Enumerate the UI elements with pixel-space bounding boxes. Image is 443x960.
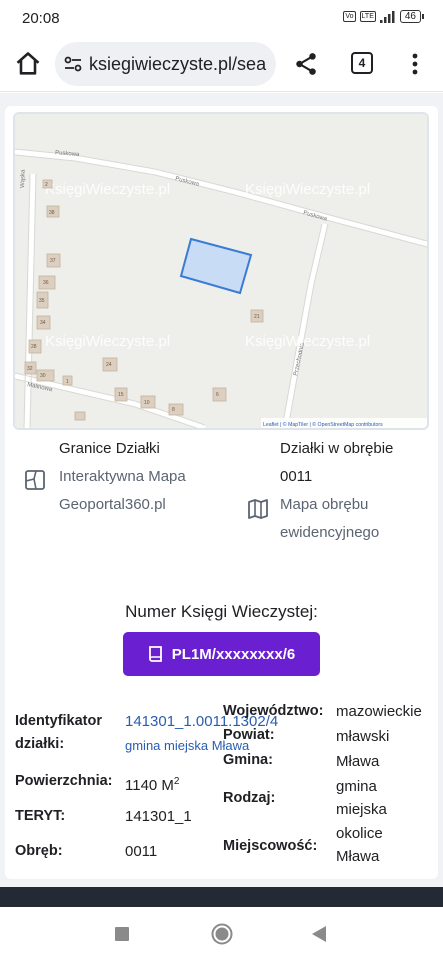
house-number: 36	[43, 280, 49, 286]
boundaries-line[interactable]: Geoportal360.pl	[59, 491, 186, 519]
street-label: Wąska	[20, 169, 27, 188]
voivodeship-value: mazowieckie	[336, 703, 422, 720]
type-label: Rodzaj:	[223, 790, 276, 806]
parcel-card: Puskowa Puskowa Puskowa Wąska Malinowa P…	[5, 106, 438, 879]
address-bar[interactable]: ksiegiwieczyste.pl/sea	[55, 42, 276, 86]
house-number: 21	[254, 314, 260, 320]
battery-icon: 46	[399, 10, 425, 23]
county-label: Powiat:	[223, 727, 275, 743]
house-number: 6	[216, 392, 219, 398]
map-boundary-icon	[25, 470, 45, 490]
district-line[interactable]: ewidencyjnego	[280, 519, 393, 547]
network-type: LTE	[359, 11, 376, 22]
site-footer	[0, 887, 443, 907]
recent-apps-icon[interactable]	[115, 927, 129, 941]
commune-value: Mława	[336, 753, 380, 770]
locality-value-line: Mława	[336, 848, 380, 865]
more-menu-icon[interactable]	[407, 50, 423, 78]
system-navigation-bar	[0, 907, 443, 960]
status-bar: 20:08 Vo LTE 46	[0, 0, 443, 36]
area-value: 1140 M2	[125, 770, 179, 797]
house-number: 30	[40, 373, 46, 379]
page-content: Puskowa Puskowa Puskowa Wąska Malinowa P…	[0, 93, 443, 887]
status-time: 20:08	[22, 10, 60, 27]
back-icon[interactable]	[312, 926, 326, 942]
type-value-line: miejska	[336, 801, 387, 818]
teryt-value: 141301_1	[125, 808, 192, 825]
share-icon[interactable]	[293, 50, 319, 78]
area-label: Powierzchnia:	[15, 773, 113, 789]
area-unit-sup: 2	[173, 776, 180, 787]
locality-value: okolice Mława	[336, 822, 383, 868]
house-number: 28	[31, 344, 37, 350]
obreb-label: Obręb:	[15, 843, 63, 859]
house-number: 35	[39, 298, 45, 304]
locality-value-line: okolice	[336, 825, 383, 842]
site-settings-icon[interactable]	[63, 54, 83, 74]
map-canvas[interactable]: Puskowa Puskowa Puskowa Wąska Malinowa P…	[15, 114, 427, 428]
parcel-id-label-line: działki:	[15, 736, 65, 752]
parcel-map[interactable]: Puskowa Puskowa Puskowa Wąska Malinowa P…	[13, 112, 429, 430]
map-icon	[248, 499, 268, 519]
commune-label: Gmina:	[223, 752, 273, 768]
locality-label: Miejscowość:	[223, 838, 318, 854]
district-line[interactable]: Mapa obrębu	[280, 491, 393, 519]
map-watermark: KsięgiWieczyste.pl	[45, 181, 170, 198]
type-value: gmina miejska	[336, 775, 387, 821]
house-number: 37	[50, 258, 56, 264]
voivodeship-label: Województwo:	[223, 703, 324, 719]
house-number: 8	[172, 407, 175, 413]
obreb-value: 0011	[125, 843, 158, 860]
map-watermark: KsięgiWieczyste.pl	[45, 333, 170, 350]
boundaries-block[interactable]: Granice Działki Interaktywna Mapa Geopor…	[59, 435, 186, 519]
district-title: Działki w obrębie	[280, 440, 394, 457]
district-code: 0011	[280, 468, 313, 485]
house-number: 24	[106, 362, 112, 368]
boundaries-title: Granice Działki	[59, 440, 160, 457]
house-number: 34	[40, 320, 46, 326]
house-number: 32	[27, 366, 33, 372]
district-block[interactable]: Działki w obrębie 0011 Mapa obrębu ewide…	[280, 435, 393, 547]
parcel-id-label-line: Identyfikator	[15, 713, 103, 729]
url-text: ksiegiwieczyste.pl/sea	[89, 54, 267, 74]
land-register-label: Numer Księgi Wieczystej:	[125, 602, 318, 621]
book-icon	[148, 646, 162, 662]
browser-toolbar: ksiegiwieczyste.pl/sea 4	[0, 36, 443, 92]
home-circle-icon[interactable]	[211, 923, 233, 945]
teryt-label: TERYT:	[15, 808, 66, 824]
house-number: 15	[118, 392, 124, 398]
map-attribution: Leaflet | © MapTiler | © OpenStreetMap c…	[263, 421, 383, 428]
signal-icon	[379, 10, 395, 23]
map-watermark: KsięgiWieczyste.pl	[245, 181, 370, 198]
status-icons: Vo LTE 46	[343, 10, 425, 23]
boundaries-line[interactable]: Interaktywna Mapa	[59, 463, 186, 491]
house-number: 38	[49, 210, 55, 216]
tab-switcher-button[interactable]: 4	[351, 52, 373, 74]
house-number: 10	[144, 400, 150, 406]
house-number: 2	[45, 182, 48, 188]
land-register-button[interactable]: PL1M/xxxxxxxx/6	[123, 632, 320, 676]
type-value-line: gmina	[336, 778, 377, 795]
house-number: 1	[66, 379, 69, 385]
land-register-number: PL1M/xxxxxxxx/6	[171, 645, 296, 663]
map-watermark: KsięgiWieczyste.pl	[245, 333, 370, 350]
county-value: mławski	[336, 728, 390, 745]
area-number: 1140 M	[125, 777, 174, 794]
parcel-id-label: Identyfikator działki:	[15, 710, 102, 756]
home-icon[interactable]	[14, 50, 42, 78]
vo-lte-icon: Vo	[343, 11, 356, 22]
